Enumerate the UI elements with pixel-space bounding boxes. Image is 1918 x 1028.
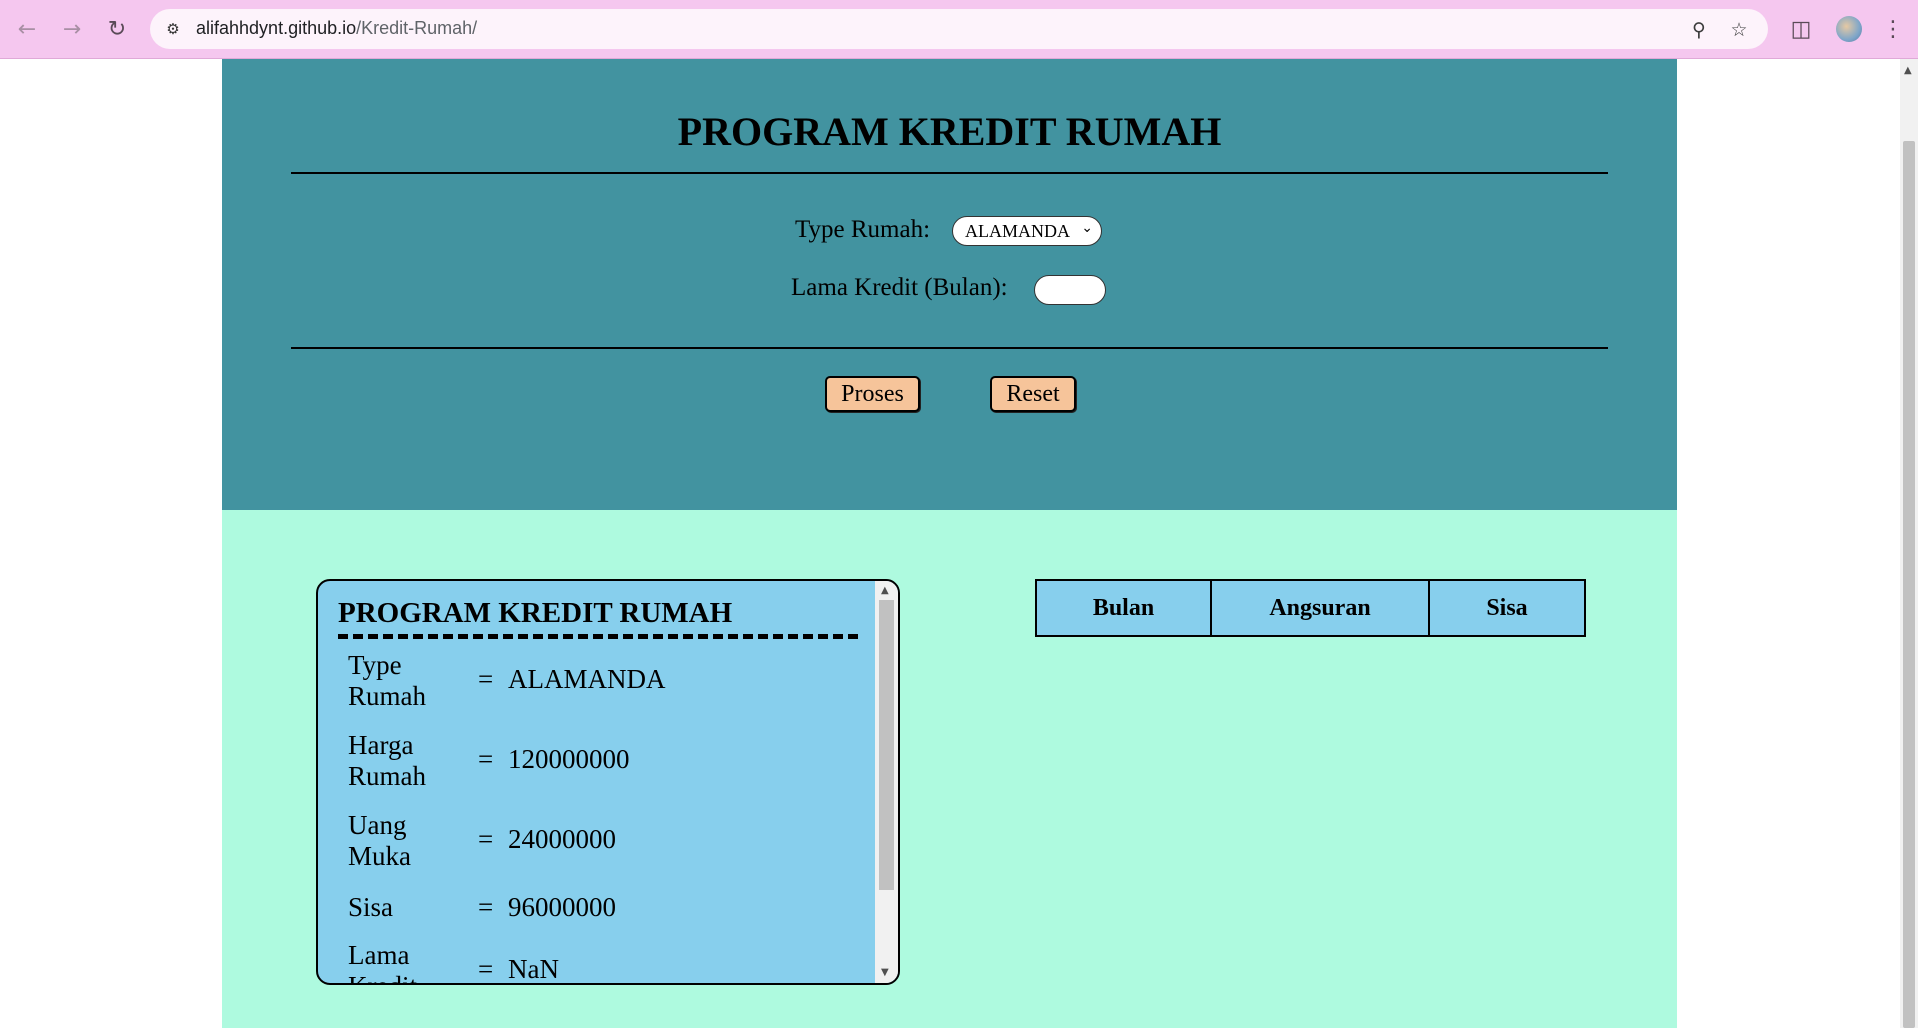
tune-icon[interactable]: ⚙	[160, 16, 186, 42]
result-value: 96000000	[508, 892, 616, 922]
table-header-bulan: Bulan	[1035, 579, 1212, 637]
page-scrollbar-thumb[interactable]	[1903, 141, 1915, 1028]
card-scrollbar[interactable]: ▲ ▼	[875, 581, 898, 983]
divider-bottom	[291, 347, 1608, 349]
url-host: alifahhdynt.github.io	[196, 18, 357, 38]
angsuran-table: Bulan Angsuran Sisa	[1035, 579, 1586, 637]
dashed-divider	[338, 634, 858, 639]
result-eq: =	[478, 892, 494, 922]
result-section: PROGRAM KREDIT RUMAH Type Rumah = ALAMAN…	[222, 510, 1677, 1028]
side-panel-icon[interactable]: ◫	[1784, 12, 1818, 46]
form-section: PROGRAM KREDIT RUMAH Type Rumah: ALAMAND…	[222, 59, 1677, 510]
back-arrow-icon[interactable]: ←	[10, 12, 44, 46]
card-scrollbar-thumb[interactable]	[879, 600, 894, 890]
result-eq: =	[478, 744, 494, 774]
result-value: ALAMANDA	[508, 664, 666, 694]
result-title: PROGRAM KREDIT RUMAH	[338, 597, 733, 629]
scroll-up-icon[interactable]: ▲	[881, 585, 889, 596]
result-eq: =	[478, 664, 494, 694]
divider-top	[291, 172, 1608, 174]
result-key: Sisa	[348, 892, 394, 922]
scroll-up-icon[interactable]: ▲	[1904, 65, 1912, 76]
result-value: 24000000	[508, 824, 616, 854]
table-header-sisa: Sisa	[1428, 579, 1586, 637]
proses-button[interactable]: Proses	[825, 376, 920, 412]
type-rumah-select[interactable]: ALAMANDA ⌄	[952, 216, 1102, 246]
reset-button[interactable]: Reset	[990, 376, 1076, 412]
result-key: Harga Rumah	[348, 730, 426, 791]
forward-arrow-icon[interactable]: →	[55, 12, 89, 46]
result-value: NaN	[508, 954, 559, 984]
lama-kredit-input[interactable]	[1034, 275, 1106, 305]
result-key: Uang Muka	[348, 810, 411, 871]
result-card[interactable]: PROGRAM KREDIT RUMAH Type Rumah = ALAMAN…	[316, 579, 900, 985]
table-header-angsuran: Angsuran	[1210, 579, 1430, 637]
avatar[interactable]	[1836, 16, 1862, 42]
result-eq: =	[478, 954, 494, 984]
type-rumah-label: Type Rumah:	[795, 216, 931, 243]
scroll-down-icon[interactable]: ▼	[881, 967, 889, 978]
type-rumah-selected: ALAMANDA	[965, 220, 1070, 241]
lama-kredit-label: Lama Kredit (Bulan):	[791, 274, 1008, 301]
result-key: Lama Kredit	[348, 940, 417, 983]
result-value: 120000000	[508, 744, 630, 774]
zoom-icon[interactable]: ⚲	[1686, 17, 1712, 43]
reload-icon[interactable]: ↻	[100, 12, 134, 46]
table-header-row: Bulan Angsuran Sisa	[1035, 579, 1586, 637]
chevron-down-icon: ⌄	[1081, 220, 1093, 236]
browser-toolbar: ← → ↻ ⚙ alifahhdynt.github.io/Kredit-Rum…	[0, 0, 1918, 59]
result-eq: =	[478, 824, 494, 854]
url-path: /Kredit-Rumah/	[356, 18, 478, 38]
page-scrollbar[interactable]: ▲	[1900, 59, 1918, 1028]
result-key: Type Rumah	[348, 650, 426, 711]
url-text[interactable]: alifahhdynt.github.io/Kredit-Rumah/	[196, 18, 477, 39]
address-bar[interactable]: ⚙ alifahhdynt.github.io/Kredit-Rumah/ ⚲ …	[150, 9, 1768, 49]
page-title: PROGRAM KREDIT RUMAH	[677, 109, 1222, 154]
kebab-menu-icon[interactable]: ⋮	[1876, 12, 1910, 46]
star-icon[interactable]: ☆	[1726, 17, 1752, 43]
